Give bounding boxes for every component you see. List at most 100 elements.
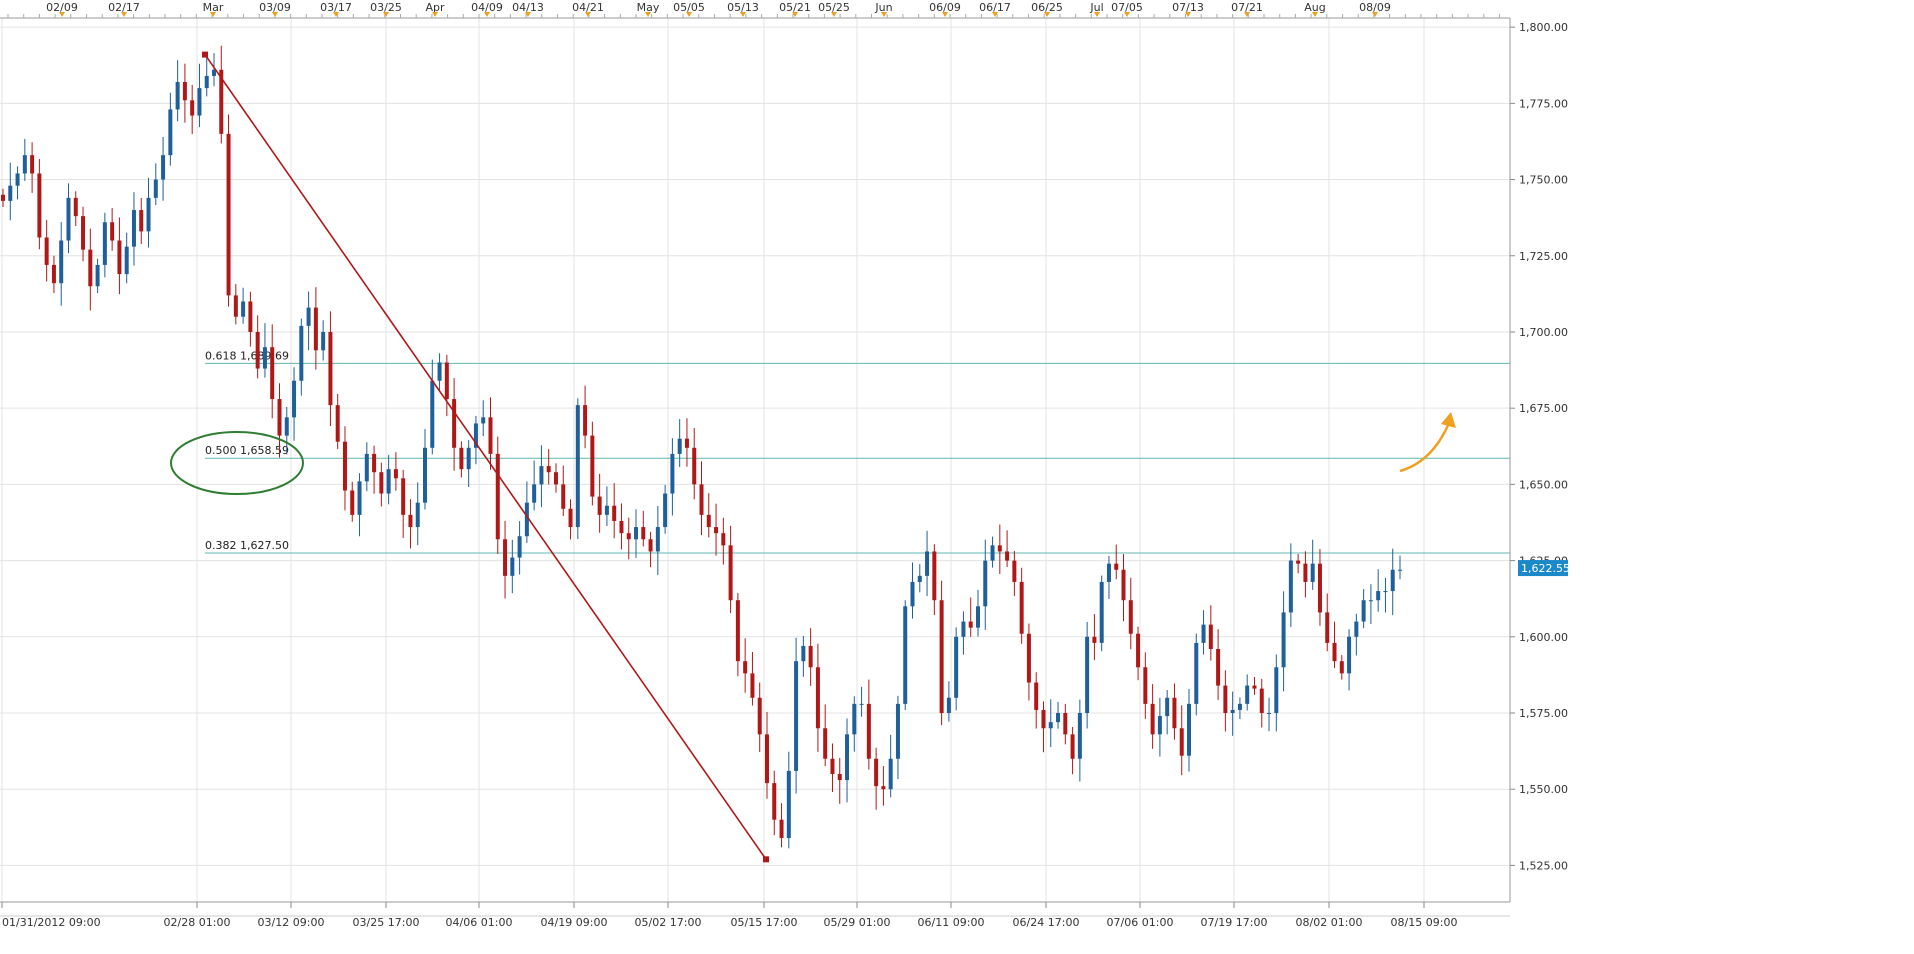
candle-body	[939, 600, 944, 714]
candle-body	[532, 484, 537, 503]
candle-body	[1179, 728, 1184, 756]
candle-body	[1267, 713, 1272, 715]
candle-body	[372, 453, 377, 473]
candle-body	[1376, 591, 1381, 601]
candle-body	[714, 527, 719, 534]
candle-body	[1354, 621, 1359, 637]
candle-body	[444, 362, 449, 400]
candle-body	[1056, 713, 1061, 723]
candle-body	[604, 505, 609, 515]
fib-level-label: 0.618 1,689.69	[205, 349, 289, 362]
candle-body	[313, 307, 318, 351]
candle-body	[1230, 709, 1235, 714]
candle-body	[51, 264, 56, 284]
candle-body	[757, 697, 762, 735]
candle-body	[881, 786, 886, 790]
candle-body	[1383, 591, 1388, 593]
x-tick-label: 04/06 01:00	[446, 916, 513, 929]
candle-body	[553, 472, 558, 485]
candle-body	[321, 331, 326, 351]
candle-body	[262, 347, 267, 369]
candle-body	[983, 560, 988, 607]
x-tick-label: 08/15 09:00	[1391, 916, 1458, 929]
candle-body	[866, 703, 871, 759]
x-tick-label: 06/11 09:00	[918, 916, 985, 929]
candle-body	[1026, 633, 1031, 683]
y-tick-label: 1,650.00	[1519, 478, 1568, 491]
candle-body	[1274, 667, 1279, 714]
candle-body	[1143, 667, 1148, 704]
candle-body	[830, 758, 835, 774]
candle-body	[1012, 560, 1017, 582]
candle-body	[910, 581, 915, 607]
candle-body	[401, 478, 406, 515]
candle-body	[270, 347, 275, 400]
candle-body	[452, 399, 457, 448]
candle-body	[248, 301, 253, 332]
candle-body	[284, 417, 289, 436]
candle-body	[561, 484, 566, 509]
candle-body	[131, 210, 136, 247]
last-price-label: 1,622.55	[1521, 562, 1570, 575]
candle-body	[233, 295, 238, 317]
candle-body	[925, 551, 930, 576]
candle-body	[932, 551, 937, 601]
candle-body	[1208, 624, 1213, 649]
candle-body	[22, 155, 27, 174]
candle-body	[175, 82, 180, 110]
candle-body	[903, 606, 908, 704]
candle-body	[1398, 569, 1402, 571]
candle-body	[495, 453, 500, 540]
candle-body	[1157, 716, 1162, 735]
candle-body	[328, 331, 333, 406]
candle-body	[961, 621, 966, 637]
y-tick-label: 1,600.00	[1519, 631, 1568, 644]
candle-body	[357, 481, 362, 515]
candle-body	[743, 661, 748, 674]
candle-body	[1114, 563, 1119, 570]
candle-body	[139, 210, 144, 232]
candle-body	[88, 249, 93, 287]
candle-body	[488, 417, 493, 454]
candle-body	[1332, 642, 1337, 662]
candle-body	[794, 661, 799, 771]
candle-body	[466, 447, 471, 470]
candle-body	[1019, 581, 1024, 634]
candle-body	[1216, 648, 1221, 686]
candle-body	[182, 82, 187, 101]
candle-body	[1186, 703, 1191, 756]
y-tick-label: 1,700.00	[1519, 326, 1568, 339]
y-tick-label: 1,550.00	[1519, 783, 1568, 796]
candle-body	[721, 533, 726, 546]
y-tick-label: 1,725.00	[1519, 250, 1568, 263]
y-tick-label: 1,525.00	[1519, 859, 1568, 872]
candle-body	[852, 703, 857, 735]
candle-body	[1237, 703, 1242, 710]
candle-body	[575, 405, 580, 528]
candle-body	[1339, 661, 1344, 674]
candle-body	[437, 362, 442, 381]
candle-body	[415, 502, 420, 528]
candle-body	[1121, 569, 1126, 601]
x-tick-label: 04/19 09:00	[541, 916, 608, 929]
candle-body	[517, 536, 522, 558]
candle-body	[197, 88, 202, 116]
candle-body	[997, 545, 1002, 552]
candle-body	[568, 508, 573, 528]
candle-body	[750, 673, 755, 698]
candle-body	[350, 490, 355, 515]
candle-body	[1077, 713, 1082, 759]
candle-body	[590, 435, 595, 497]
candle-body	[772, 783, 777, 820]
x-tick-label: 07/06 01:00	[1107, 916, 1174, 929]
candle-body	[299, 325, 304, 381]
candle-body	[823, 728, 828, 759]
candle-body	[44, 237, 49, 265]
candle-body	[1128, 600, 1133, 634]
candle-body	[1310, 563, 1315, 582]
candle-body	[859, 703, 864, 705]
x-tick-label: 01/31/2012 09:00	[2, 916, 101, 929]
x-tick-label: 06/24 17:00	[1013, 916, 1080, 929]
x-tick-label: 05/15 17:00	[731, 916, 798, 929]
candle-body	[95, 264, 100, 287]
